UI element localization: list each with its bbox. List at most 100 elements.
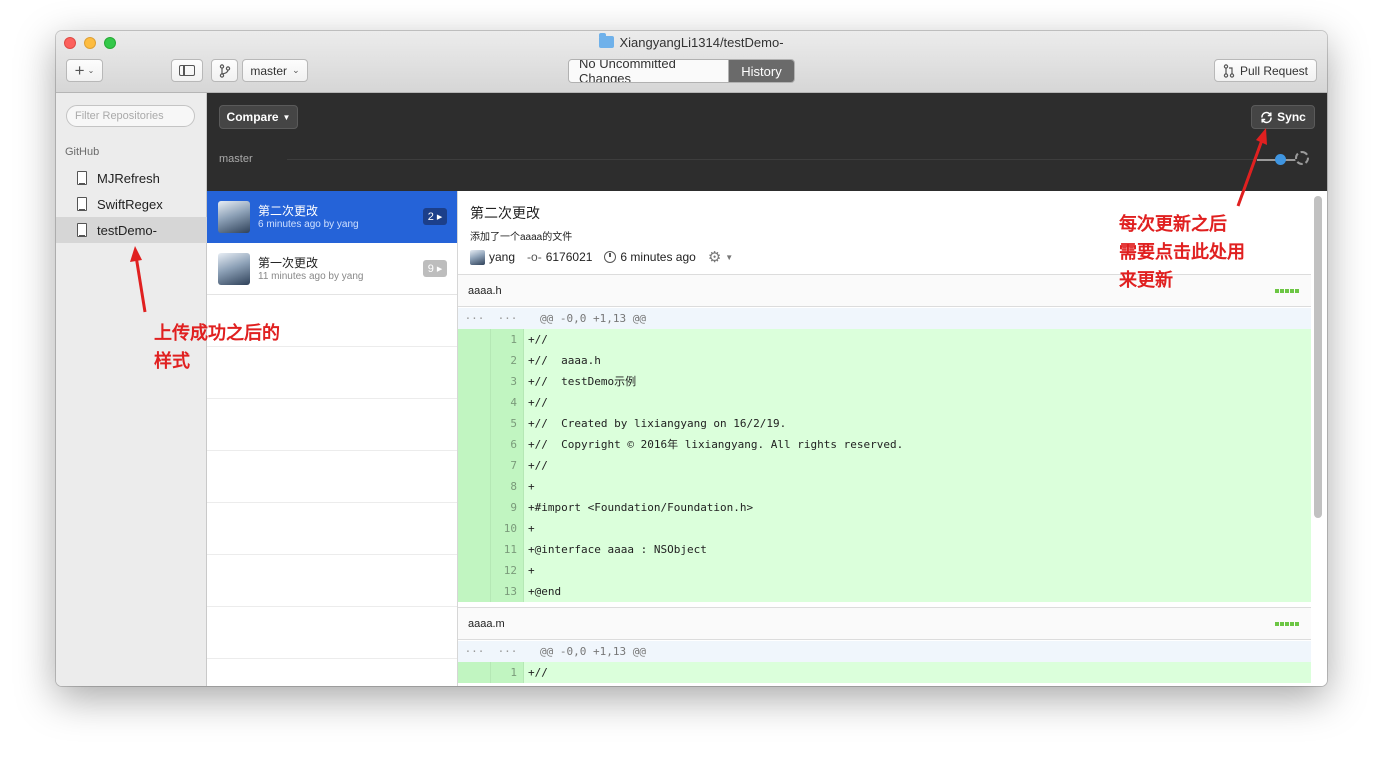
line-code: // — [534, 333, 548, 346]
line-number: 10 — [491, 518, 524, 539]
folder-icon — [599, 33, 615, 48]
compare-button[interactable]: Compare ▼ — [219, 105, 298, 129]
diff-line: 9 +#import <Foundation/Foundation.h> — [458, 497, 1311, 518]
branch-select[interactable]: master ⌄ — [242, 59, 308, 82]
window-title: XiangyangLi1314/testDemo- — [56, 33, 1327, 50]
repo-icon — [77, 171, 87, 185]
diff-line: 6 +// Copyright © 2016年 lixiangyang. All … — [458, 434, 1311, 455]
line-code: @end — [534, 585, 562, 598]
line-number: 3 — [491, 371, 524, 392]
tab-uncommitted-changes[interactable]: No Uncommitted Changes — [569, 60, 729, 82]
sync-icon — [1261, 111, 1272, 123]
sidebar-section-github: GitHub — [65, 146, 100, 158]
commit-author: yang — [489, 250, 516, 264]
commit-meta: yang -o- 6176021 6 minutes ago ⚙ ▼ — [470, 248, 733, 266]
sidebar-item-swiftregex[interactable]: SwiftRegex — [56, 191, 207, 217]
toolbar: XiangyangLi1314/testDemo- + ⌄ master ⌄ N… — [56, 31, 1327, 93]
sidebar-item-testdemo[interactable]: testDemo- — [56, 217, 207, 243]
empty-row — [207, 659, 457, 686]
commit-subtitle: 11 minutes ago by yang — [258, 271, 364, 282]
commit-subtitle: 6 minutes ago by yang — [258, 219, 359, 230]
pull-request-label: Pull Request — [1239, 63, 1309, 78]
chevron-down-icon: ⌄ — [292, 65, 300, 75]
diff-line: 10 + — [458, 518, 1311, 539]
window-title-text: XiangyangLi1314/testDemo- — [619, 35, 784, 50]
avatar — [218, 253, 250, 285]
annotation-line: 每次更新之后 — [1119, 214, 1227, 234]
diff-file-header[interactable]: aaaa.m — [458, 607, 1311, 640]
line-number: 8 — [491, 476, 524, 497]
view-segmented-control: No Uncommitted Changes History — [568, 59, 795, 83]
caret-right-icon: ▶ — [436, 265, 443, 273]
line-number: 9 — [491, 497, 524, 518]
line-code: // aaaa.h — [534, 354, 601, 367]
chevron-down-icon: ⌄ — [87, 66, 95, 75]
hunk-gutter-old: ··· — [464, 312, 485, 325]
commit-graph-uncommitted-node[interactable] — [1295, 151, 1309, 165]
annotation-sidebar-note: 上传成功之后的 样式 — [154, 319, 280, 375]
commit-row[interactable]: 第二次更改 6 minutes ago by yang 2 ▶ — [207, 191, 457, 243]
toggle-sidebar-button[interactable] — [171, 59, 203, 82]
commit-sha[interactable]: 6176021 — [546, 250, 593, 264]
line-number: 4 — [491, 392, 524, 413]
file-count-badge[interactable]: 2 ▶ — [423, 208, 447, 225]
annotation-sync-note: 每次更新之后 需要点击此处用 来更新 — [1119, 210, 1245, 294]
line-number: 13 — [491, 581, 524, 602]
filter-repositories-input[interactable]: Filter Repositories — [66, 105, 195, 127]
diff-file-name: aaaa.m — [468, 618, 505, 630]
add-repository-button[interactable]: + ⌄ — [66, 59, 103, 82]
line-code: // Created by lixiangyang on 16/2/19. — [534, 417, 787, 430]
compare-label: Compare — [226, 110, 279, 124]
sidebar-item-mjrefresh[interactable]: MJRefresh — [56, 165, 207, 191]
commit-title: 第一次更改 — [258, 256, 319, 270]
caret-right-icon: ▶ — [436, 213, 443, 221]
line-number: 2 — [491, 350, 524, 371]
commit-row[interactable]: 第一次更改 11 minutes ago by yang 9 ▶ — [207, 243, 457, 295]
line-code: #import <Foundation/Foundation.h> — [534, 501, 754, 514]
empty-row — [207, 451, 457, 503]
diff-line: 1 +// — [458, 329, 1311, 350]
commit-detail-title: 第二次更改 — [470, 205, 540, 221]
empty-row — [207, 399, 457, 451]
line-number: 6 — [491, 434, 524, 455]
clock-icon — [604, 251, 617, 263]
line-code: // — [534, 396, 548, 409]
diff-line: 3 +// testDemo示例 — [458, 371, 1311, 392]
sidebar-item-label: SwiftRegex — [97, 196, 163, 212]
commit-graph-node[interactable] — [1275, 154, 1286, 165]
gear-icon[interactable]: ⚙ — [708, 248, 721, 266]
commit-time: 6 minutes ago — [620, 250, 696, 264]
commit-title: 第二次更改 — [258, 204, 319, 218]
commit-detail-description: 添加了一个aaaa的文件 — [470, 232, 573, 243]
diff-line: 8 + — [458, 476, 1311, 497]
diff-line: 11 +@interface aaaa : NSObject — [458, 539, 1311, 560]
detail-scrollbar[interactable] — [1314, 196, 1322, 518]
diff-line: 5 +// Created by lixiangyang on 16/2/19. — [458, 413, 1311, 434]
diff-hunk-header: ··· ··· @@ -0,0 +1,13 @@ — [458, 641, 1311, 662]
branch-select-label: master — [250, 63, 288, 78]
line-code: // testDemo示例 — [534, 375, 637, 388]
repository-sidebar: Filter Repositories GitHub MJRefresh Swi… — [56, 93, 207, 686]
line-number: 1 — [491, 662, 524, 683]
pull-request-button[interactable]: Pull Request — [1214, 59, 1317, 82]
line-code: // Copyright © 2016年 lixiangyang. All ri… — [534, 438, 904, 451]
empty-row — [207, 555, 457, 607]
avatar — [218, 201, 250, 233]
tab-history[interactable]: History — [729, 60, 794, 82]
diff-line: 7 +// — [458, 455, 1311, 476]
diff-line: 12 + — [458, 560, 1311, 581]
pull-request-icon — [1223, 63, 1235, 78]
line-number: 5 — [491, 413, 524, 434]
diff-hunk-header: ··· ··· @@ -0,0 +1,13 @@ — [458, 308, 1311, 329]
branch-button[interactable] — [211, 59, 238, 82]
diff-stat — [1275, 622, 1299, 626]
line-number: 1 — [491, 329, 524, 350]
repo-icon — [77, 223, 87, 237]
sync-button[interactable]: Sync — [1251, 105, 1315, 129]
hunk-gutter-new: ··· — [497, 312, 518, 325]
caret-down-icon[interactable]: ▼ — [725, 253, 733, 262]
annotation-line: 需要点击此处用 — [1119, 242, 1245, 262]
file-count-badge[interactable]: 9 ▶ — [423, 260, 447, 277]
line-number: 7 — [491, 455, 524, 476]
line-number: 11 — [491, 539, 524, 560]
